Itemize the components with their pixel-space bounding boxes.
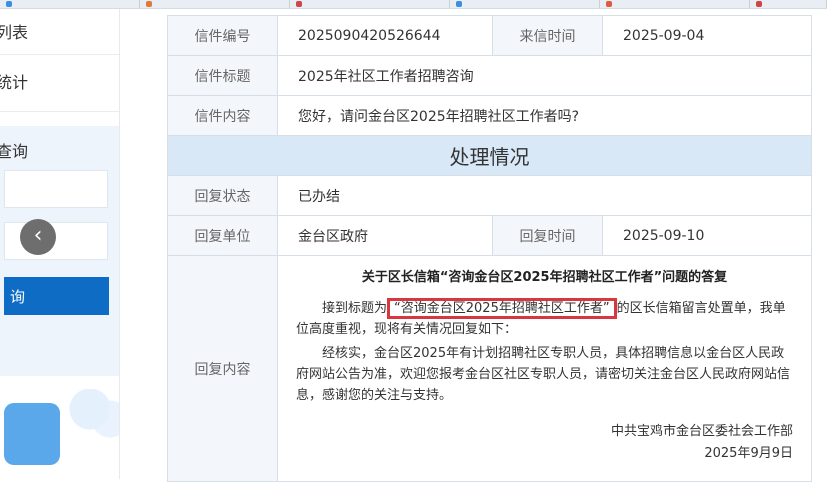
reply-p1-prefix: 接到标题为 xyxy=(322,301,388,316)
handling-section-title: 处理情况 xyxy=(167,135,812,176)
browser-tab[interactable] xyxy=(600,0,750,8)
reply-paragraph: 接到标题为 “咨询金台区2025年招聘社区工作者” 的区长信箱留言处置单，我单位高度… xyxy=(296,298,796,340)
reply-status: 已办结 xyxy=(277,175,812,216)
browser-tab[interactable] xyxy=(450,0,600,8)
tab-favicon-icon xyxy=(146,1,152,7)
reply-date: 2025-09-10 xyxy=(602,215,812,256)
letter-date-label: 来信时间 xyxy=(492,15,603,56)
back-arrow-icon[interactable]: ‹ xyxy=(20,219,56,255)
tab-favicon-icon xyxy=(6,1,12,7)
decorative-illustration xyxy=(4,403,60,465)
signature-date: 2025年9月9日 xyxy=(704,446,793,461)
divider xyxy=(0,111,119,112)
table-row: 回复单位 金台区政府 回复时间 2025-09-10 xyxy=(167,215,812,256)
tab-favicon-icon xyxy=(606,1,612,7)
divider xyxy=(0,54,119,55)
letter-number: 2025090420526644 xyxy=(277,15,493,56)
letter-content-label: 信件内容 xyxy=(167,95,278,136)
tab-favicon-icon xyxy=(456,1,462,7)
browser-tab[interactable] xyxy=(140,0,290,8)
table-row: 回复内容 关于区长信箱“咨询金台区2025年招聘社区工作者”问题的答复 接到标题… xyxy=(167,255,812,482)
letter-detail: 信件编号 2025090420526644 来信时间 2025-09-04 信件… xyxy=(120,9,827,482)
letter-table: 信件编号 2025090420526644 来信时间 2025-09-04 信件… xyxy=(167,15,812,482)
query-panel: 查询 xyxy=(0,126,119,376)
signature-org: 中共宝鸡市金台区委社会工作部 xyxy=(610,424,793,439)
reply-unit: 金台区政府 xyxy=(277,215,493,256)
reply-status-label: 回复状态 xyxy=(167,175,278,216)
browser-tab-strip xyxy=(0,0,827,9)
query-title: 查询 xyxy=(0,142,29,161)
query-input[interactable] xyxy=(4,170,108,208)
letter-title-label: 信件标题 xyxy=(167,55,278,96)
tab-favicon-icon xyxy=(296,1,302,7)
reply-unit-label: 回复单位 xyxy=(167,215,278,256)
reply-content-label: 回复内容 xyxy=(167,255,278,482)
browser-tab[interactable] xyxy=(750,0,827,8)
tab-favicon-icon xyxy=(756,1,762,7)
table-row: 回复状态 已办结 xyxy=(167,175,812,216)
table-row: 信件编号 2025090420526644 来信时间 2025-09-04 xyxy=(167,15,812,56)
query-button-label: 询 xyxy=(10,288,26,306)
letter-title: 2025年社区工作者招聘咨询 xyxy=(277,55,812,96)
left-sidebar: 列表 统计 查询 询 xyxy=(0,9,120,479)
sidebar-item-list[interactable]: 列表 xyxy=(0,19,116,43)
sidebar-item-stats[interactable]: 统计 xyxy=(0,69,116,93)
table-row: 信件内容 您好，请问金台区2025年招聘社区工作者吗? xyxy=(167,95,812,136)
reply-date-label: 回复时间 xyxy=(492,215,603,256)
letter-content: 您好，请问金台区2025年招聘社区工作者吗? xyxy=(277,95,812,136)
reply-content: 关于区长信箱“咨询金台区2025年招聘社区工作者”问题的答复 接到标题为 “咨询金… xyxy=(277,255,812,482)
reply-heading: 关于区长信箱“咨询金台区2025年招聘社区工作者”问题的答复 xyxy=(361,270,728,285)
table-row: 处理情况 xyxy=(167,135,812,176)
letter-date: 2025-09-04 xyxy=(602,15,812,56)
browser-tab[interactable] xyxy=(0,0,140,8)
letter-number-label: 信件编号 xyxy=(167,15,278,56)
browser-tab[interactable] xyxy=(290,0,450,8)
query-button[interactable]: 询 xyxy=(4,277,109,315)
highlighted-title: “咨询金台区2025年招聘社区工作者” xyxy=(387,298,617,319)
table-row: 信件标题 2025年社区工作者招聘咨询 xyxy=(167,55,812,96)
reply-paragraph: 经核实，金台区2025年有计划招聘社区专职人员，具体招聘信息以金台区人民政府网站… xyxy=(296,346,791,403)
